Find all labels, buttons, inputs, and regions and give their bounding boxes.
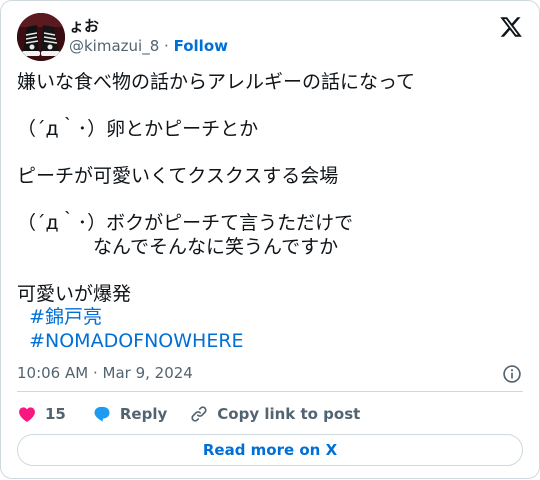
author-display-name[interactable]: ょお [69,15,99,36]
action-bar: 15 Reply Copy link to post [17,403,382,425]
reply-bubble-icon [94,406,110,422]
copy-link-button[interactable]: Copy link to post [189,404,360,424]
author-handle[interactable]: @kimazui_8 [69,37,159,55]
post-line: ピーチが可愛いくてクスクスする会場 [17,165,339,187]
reply-button[interactable]: Reply [92,404,167,424]
avatar-sneakers-image [17,13,65,61]
read-more-button[interactable]: Read more on X [17,434,523,466]
x-logo-icon[interactable] [499,15,523,39]
post-text: 嫌いな食べ物の話からアレルギーの話になって （´д｀･）卵とかピーチとか ピーチ… [17,71,525,353]
post-line: 嫌いな食べ物の話からアレルギーの話になって [17,71,416,93]
reply-label: Reply [119,405,168,423]
link-icon [191,406,207,422]
post-line: 可愛いが爆発 [17,282,132,305]
post-line: （´д｀･）ボクがピーチて言うただけで [17,212,354,234]
hashtag-link[interactable]: #錦戸亮 [29,306,102,328]
embedded-post-card: ょお @kimazui_8 · Follow 嫌いな食べ物の話からアレルギーの話… [0,0,540,479]
meta-separator: · [164,37,169,55]
copy-link-label: Copy link to post [217,405,361,423]
follow-button[interactable]: Follow [174,37,228,55]
author-meta: @kimazui_8 · Follow [69,37,228,55]
info-icon[interactable] [502,364,522,384]
post-line: （´д｀･）卵とかピーチとか [17,118,259,140]
like-count: 15 [45,405,66,423]
post-timestamp[interactable]: 10:06 AM · Mar 9, 2024 [17,364,193,382]
avatar[interactable] [17,13,65,61]
hashtag-link[interactable]: #NOMADOFNOWHERE [29,330,243,352]
post-line: なんでそんなに笑うんですか [17,235,339,258]
heart-icon [19,407,35,422]
like-button[interactable]: 15 [17,404,66,424]
divider [17,391,523,392]
